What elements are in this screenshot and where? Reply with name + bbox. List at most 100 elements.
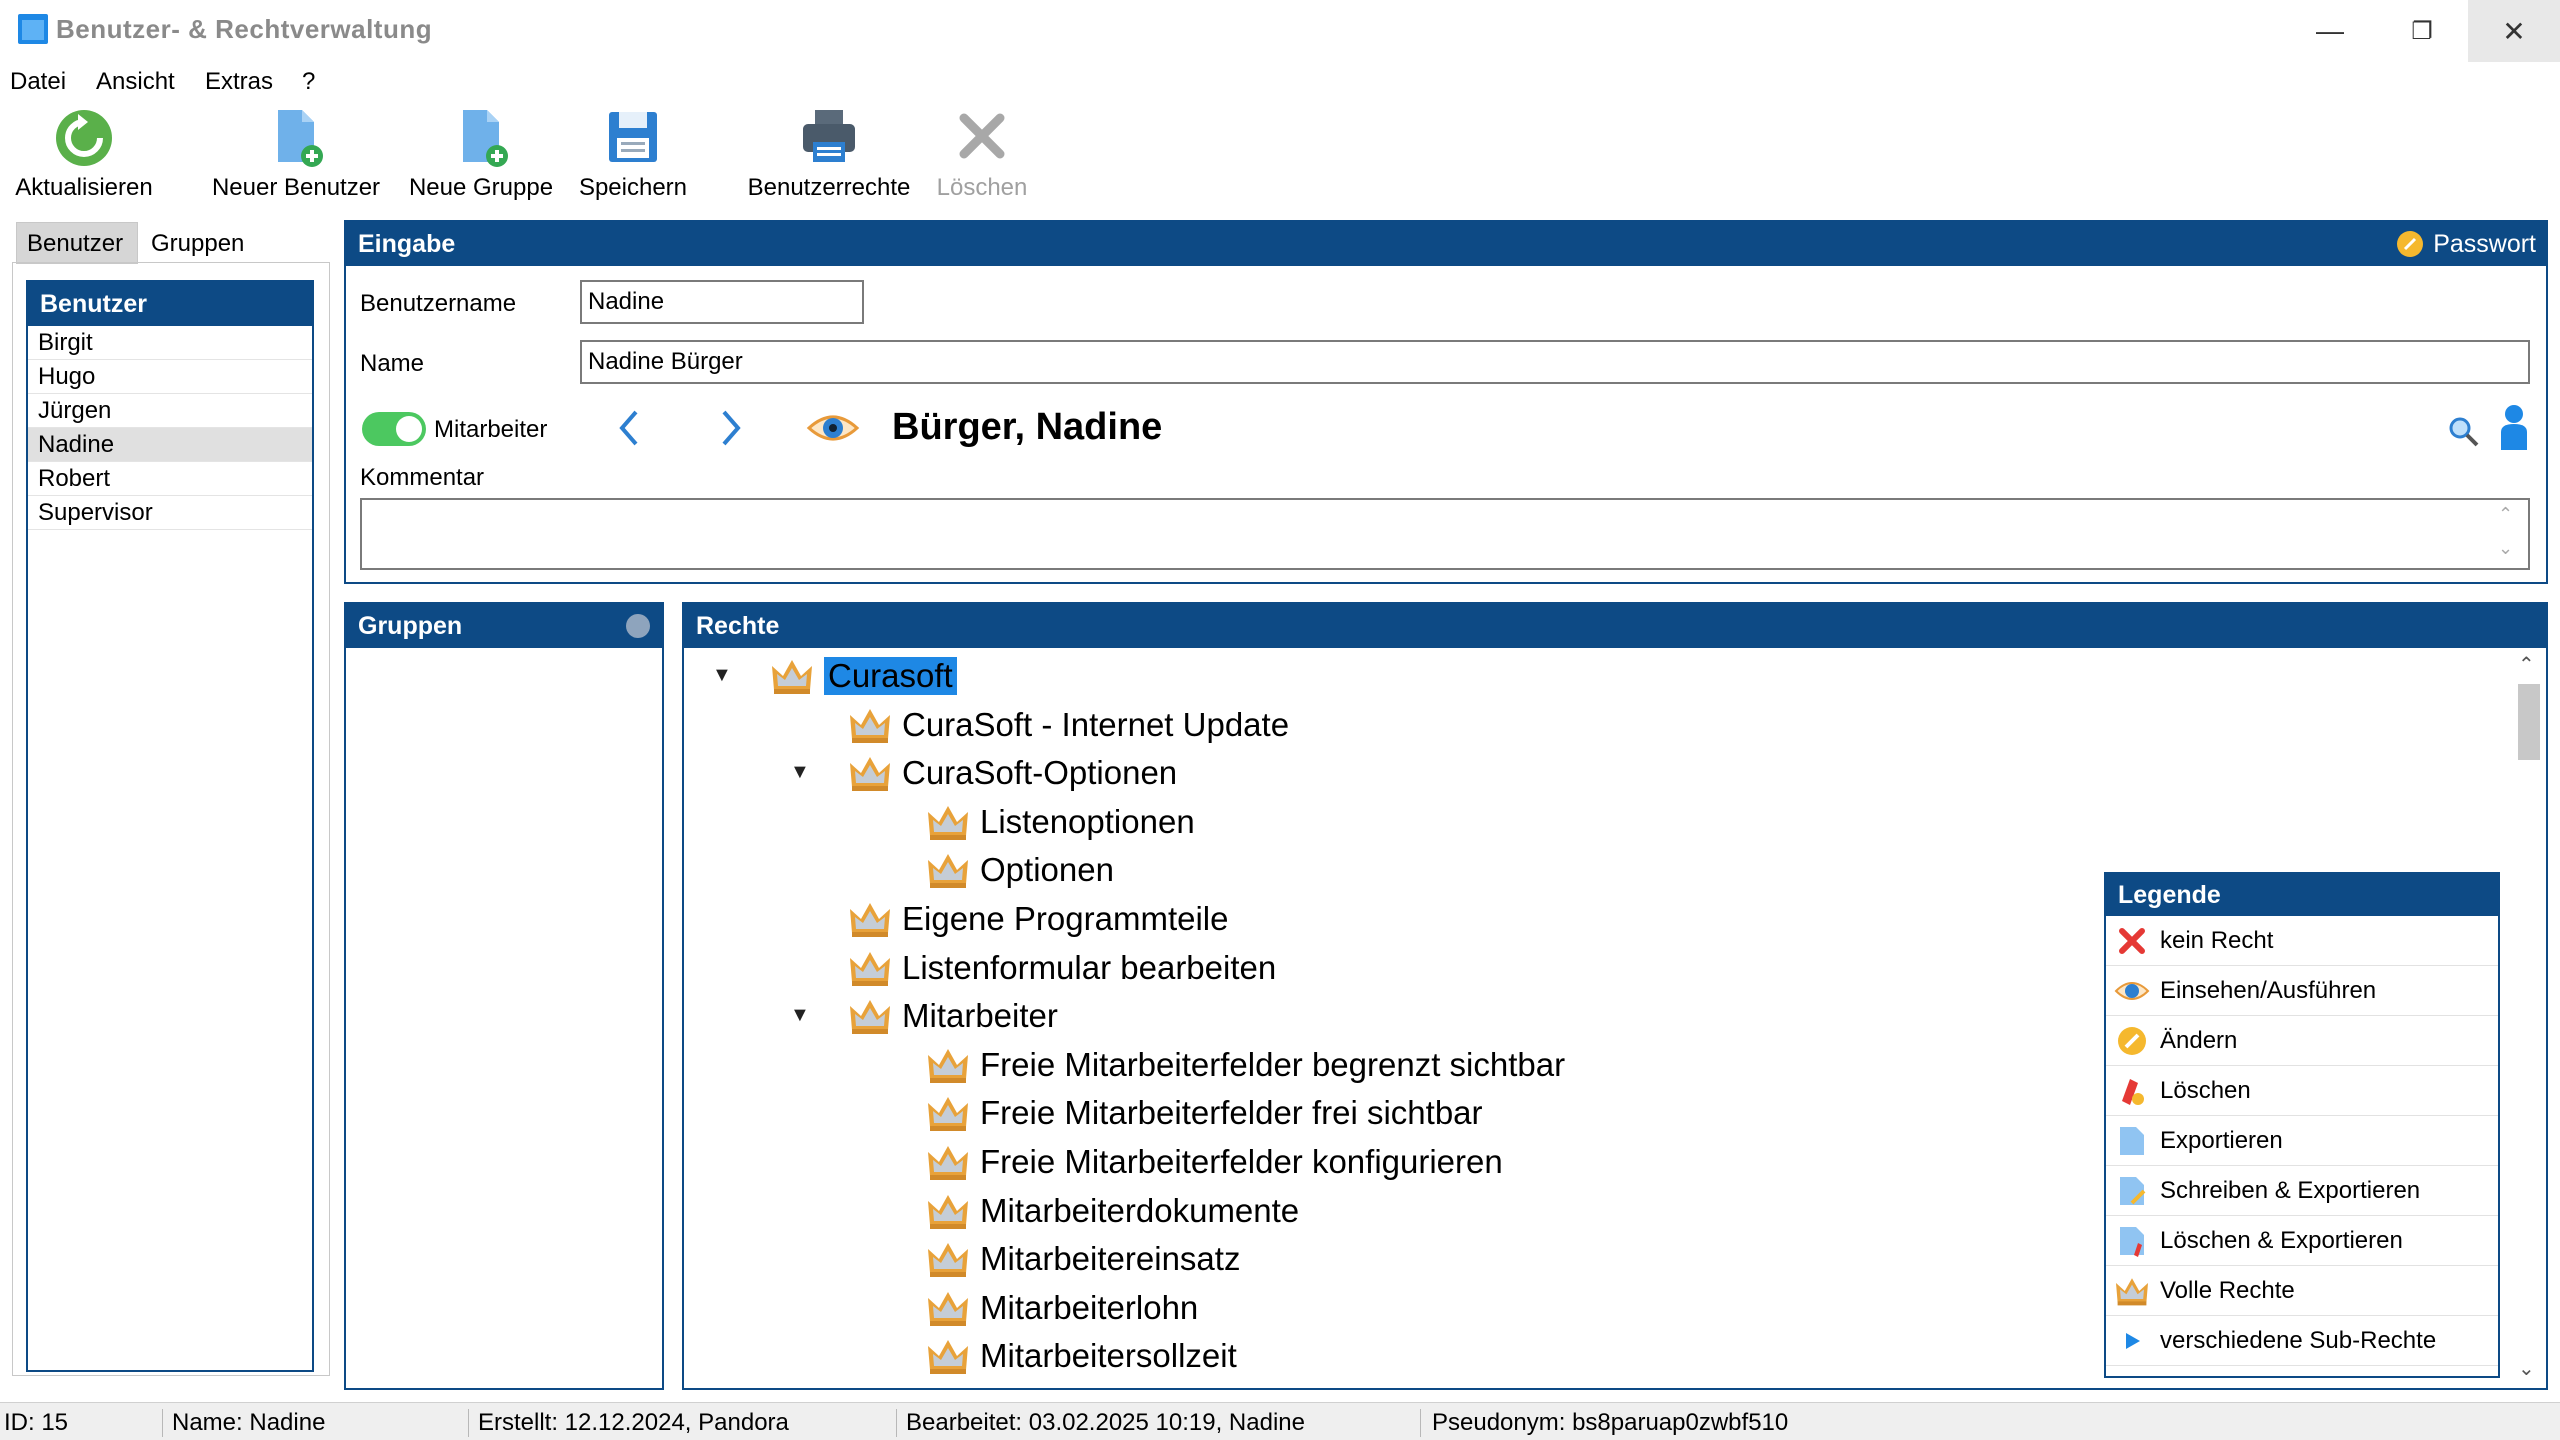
delete-button[interactable]: Löschen: [932, 106, 1032, 206]
new-group-button[interactable]: Neue Gruppe: [402, 106, 560, 206]
status-separator: [896, 1409, 897, 1437]
scrollbar-thumb[interactable]: [2518, 684, 2540, 760]
menu-help[interactable]: ?: [302, 68, 315, 96]
user-item[interactable]: Birgit: [28, 326, 312, 360]
user-item[interactable]: Hugo: [28, 360, 312, 394]
save-button[interactable]: Speichern: [572, 106, 694, 206]
tree-item[interactable]: Freie Mitarbeiterfelder frei sichtbar: [926, 1089, 1483, 1137]
user-item[interactable]: Jürgen: [28, 394, 312, 428]
tree-item-label: Mitarbeiterlohn: [980, 1288, 1199, 1326]
legend-item-label: Löschen & Exportieren: [2160, 1226, 2403, 1254]
tab-benutzer[interactable]: Benutzer: [16, 222, 138, 264]
crown-icon: [926, 1336, 970, 1376]
tree-item[interactable]: Optionen: [926, 846, 1114, 894]
crown-icon: [848, 996, 892, 1036]
tree-item-label: Listenformular bearbeiten: [902, 948, 1277, 986]
search-icon[interactable]: [2446, 414, 2480, 448]
username-input[interactable]: [580, 280, 864, 324]
eye-icon[interactable]: [806, 408, 860, 448]
comment-textarea[interactable]: [360, 498, 2530, 570]
user-item-selected[interactable]: Nadine: [28, 428, 312, 462]
status-created: Erstellt: 12.12.2024, Pandora: [478, 1409, 789, 1436]
tree-item-label: Mitarbeiterdokumente: [980, 1191, 1300, 1229]
tree-item[interactable]: Listenformular bearbeiten: [848, 944, 1276, 992]
tree-item[interactable]: Mitarbeitereinsatz: [926, 1235, 1240, 1283]
crown-icon: [848, 899, 892, 939]
restore-button[interactable]: ❐: [2376, 0, 2468, 62]
tree-item[interactable]: Freie Mitarbeiterfelder begrenzt sichtba…: [926, 1041, 1565, 1089]
status-id: ID: 15: [4, 1409, 69, 1436]
crown-icon: [848, 948, 892, 988]
user-item[interactable]: Robert: [28, 462, 312, 496]
legend-item: Schreiben & Exportieren: [2106, 1166, 2498, 1216]
expand-caret-icon[interactable]: ▼: [790, 761, 810, 784]
username-label: Benutzername: [360, 290, 517, 317]
scroll-up-icon[interactable]: ⌃: [2518, 652, 2535, 677]
crown-icon: [926, 802, 970, 842]
crown-icon: [926, 1288, 970, 1328]
legend-item: Ändern: [2106, 1016, 2498, 1066]
status-separator: [468, 1409, 469, 1437]
refresh-button[interactable]: Aktualisieren: [8, 106, 160, 206]
menu-bar: Datei Ansicht Extras ?: [0, 64, 2560, 100]
triangle-right-icon: [2114, 1323, 2150, 1359]
status-pseudonym: Pseudonym: bs8paruap0zwbf510: [1432, 1409, 1789, 1436]
tree-item[interactable]: Mitarbeiterlohn: [926, 1284, 1198, 1332]
tree-item[interactable]: Curasoft: [770, 652, 957, 700]
tree-item[interactable]: Freie Mitarbeiterfelder konfigurieren: [926, 1138, 1503, 1186]
tree-item[interactable]: Mitarbeitersollzeit: [926, 1332, 1237, 1380]
new-user-button[interactable]: Neuer Benutzer: [204, 106, 388, 206]
employee-label: Mitarbeiter: [434, 416, 548, 443]
user-item[interactable]: Supervisor: [28, 496, 312, 530]
rights-panel-title: Rechte: [684, 604, 2546, 648]
edit-disabled-icon[interactable]: [626, 614, 650, 638]
rights-scrollbar[interactable]: ⌃ ⌄: [2510, 652, 2544, 1386]
name-input[interactable]: [580, 340, 2530, 384]
status-separator: [1420, 1409, 1421, 1437]
document-pencil-icon: [2114, 1173, 2150, 1209]
menu-extras[interactable]: Extras: [205, 68, 273, 96]
menu-ansicht[interactable]: Ansicht: [96, 68, 175, 96]
tree-item[interactable]: Listenoptionen: [926, 798, 1195, 846]
chevron-left-icon[interactable]: [610, 406, 650, 450]
expand-caret-icon[interactable]: ▼: [712, 664, 732, 687]
chevron-right-icon[interactable]: [710, 406, 750, 450]
display-name: Bürger, Nadine: [892, 406, 1163, 448]
crown-icon: [770, 656, 814, 696]
expand-caret-icon[interactable]: ▼: [790, 1004, 810, 1027]
tree-item-label: Mitarbeitereinsatz: [980, 1240, 1241, 1278]
user-list: Birgit Hugo Jürgen Nadine Robert Supervi…: [28, 326, 312, 530]
close-button[interactable]: ✕: [2468, 0, 2560, 62]
pencil-icon: [2114, 1023, 2150, 1059]
input-panel: Eingabe Passwort Benutzername Name Mitar…: [344, 220, 2548, 584]
minimize-button[interactable]: —: [2284, 0, 2376, 62]
tree-item[interactable]: Mitarbeiterdokumente: [926, 1187, 1299, 1235]
legend-title: Legende: [2106, 874, 2498, 916]
crown-icon: [926, 1093, 970, 1133]
tab-gruppen[interactable]: Gruppen: [140, 222, 274, 264]
new-document-icon: [451, 106, 511, 168]
password-button[interactable]: Passwort: [2397, 222, 2536, 266]
legend-item-label: kein Recht: [2160, 926, 2274, 954]
document-icon: [2114, 1123, 2150, 1159]
tree-item-label: CuraSoft-Optionen: [902, 754, 1178, 792]
crown-icon: [926, 1142, 970, 1182]
menu-datei[interactable]: Datei: [10, 68, 66, 96]
scroll-down-icon[interactable]: ⌄: [2518, 1356, 2535, 1381]
scroll-up-icon[interactable]: ⌃: [2498, 504, 2513, 525]
groups-panel-header: Gruppen: [346, 604, 662, 648]
tree-item[interactable]: CuraSoft - Internet Update: [848, 701, 1289, 749]
user-list-panel: Benutzer Birgit Hugo Jürgen Nadine Rober…: [26, 280, 314, 1372]
user-rights-button[interactable]: Benutzerrechte: [740, 106, 918, 206]
employee-toggle[interactable]: [362, 412, 426, 446]
legend-item-label: Schreiben & Exportieren: [2160, 1176, 2421, 1204]
tree-item-label: Mitarbeitersollzeit: [980, 1337, 1237, 1375]
tree-item[interactable]: Mitarbeiter: [848, 992, 1058, 1040]
scroll-down-icon[interactable]: ⌄: [2498, 538, 2513, 559]
legend-item-label: Löschen: [2160, 1076, 2251, 1104]
tree-item[interactable]: CuraSoft-Optionen: [848, 749, 1177, 797]
tree-item[interactable]: Eigene Programmteile: [848, 895, 1229, 943]
close-x-icon: [952, 106, 1012, 168]
user-person-icon[interactable]: [2496, 402, 2532, 452]
toolbar: Aktualisieren Neuer Benutzer Neue Gruppe…: [0, 100, 2560, 210]
